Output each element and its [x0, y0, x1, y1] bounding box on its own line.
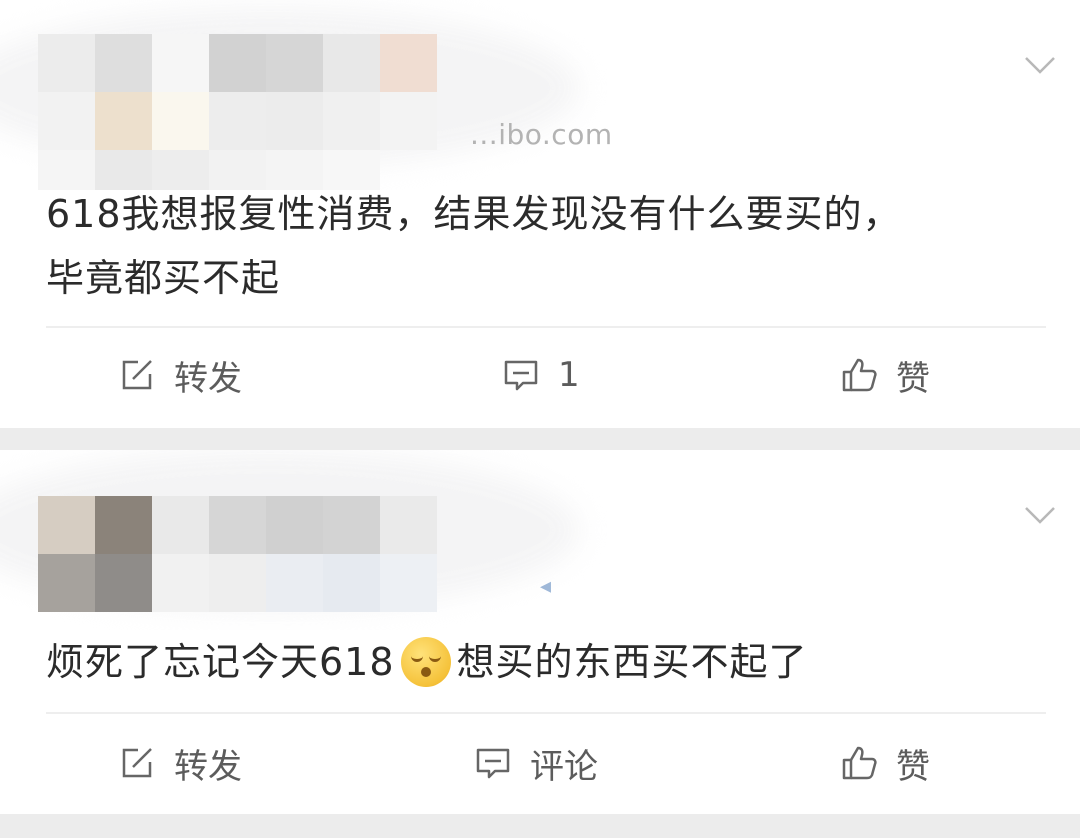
- comment-count: 1: [558, 355, 580, 395]
- post-actions: 转发 评论 赞: [0, 728, 1080, 798]
- repost-icon: [122, 360, 152, 390]
- comment-label: 评论: [530, 746, 598, 787]
- chevron-down-icon: [1025, 507, 1055, 524]
- like-button[interactable]: 赞: [840, 340, 930, 410]
- divider: [46, 712, 1046, 714]
- post-card: ...ibo.com 618我想报复性消费，结果发现没有什么要买的， 毕竟都买不…: [0, 0, 1080, 428]
- avatar-mosaic[interactable]: [38, 34, 437, 190]
- repost-icon: [122, 748, 152, 778]
- repost-label: 转发: [174, 746, 242, 787]
- post-content: 618我想报复性消费，结果发现没有什么要买的， 毕竟都买不起: [46, 182, 1036, 310]
- repost-label: 转发: [174, 358, 242, 399]
- like-label: 赞: [896, 358, 930, 399]
- chevron-down-icon: [1025, 57, 1055, 74]
- post-content: 烦死了忘记今天618 想买的东西买不起了: [46, 630, 1036, 694]
- post-text-segment: 烦死了忘记今天618: [46, 640, 395, 684]
- blurred-profile-header: [0, 0, 620, 190]
- face-emoji-icon: [400, 637, 451, 687]
- blurred-profile-header: [0, 450, 620, 630]
- post-card: ◂ 烦死了忘记今天618 想买的东西买不起了 转发 评论 赞: [0, 450, 1080, 814]
- weibo-feed: ...ibo.com 618我想报复性消费，结果发现没有什么要买的， 毕竟都买不…: [0, 0, 1080, 838]
- post-text-line: 618我想报复性消费，结果发现没有什么要买的，: [46, 192, 902, 236]
- thumbs-up-icon: [842, 358, 877, 392]
- comment-icon: [504, 360, 538, 391]
- more-options-button[interactable]: [1022, 46, 1058, 82]
- like-label: 赞: [896, 746, 930, 787]
- post-source: ◂: [540, 574, 552, 599]
- avatar-mosaic[interactable]: [38, 496, 437, 612]
- like-button[interactable]: 赞: [840, 728, 930, 798]
- more-options-button[interactable]: [1022, 496, 1058, 532]
- comment-button[interactable]: 评论: [474, 728, 598, 798]
- repost-button[interactable]: 转发: [118, 340, 242, 410]
- repost-button[interactable]: 转发: [118, 728, 242, 798]
- divider: [46, 326, 1046, 328]
- comment-icon: [476, 748, 510, 779]
- thumbs-up-icon: [842, 746, 877, 780]
- comment-button[interactable]: 1: [502, 340, 580, 410]
- post-source: ...ibo.com: [470, 118, 613, 151]
- post-text-segment: 想买的东西买不起了: [456, 640, 808, 684]
- post-actions: 转发 1 赞: [0, 340, 1080, 410]
- post-text-line: 毕竟都买不起: [46, 256, 281, 300]
